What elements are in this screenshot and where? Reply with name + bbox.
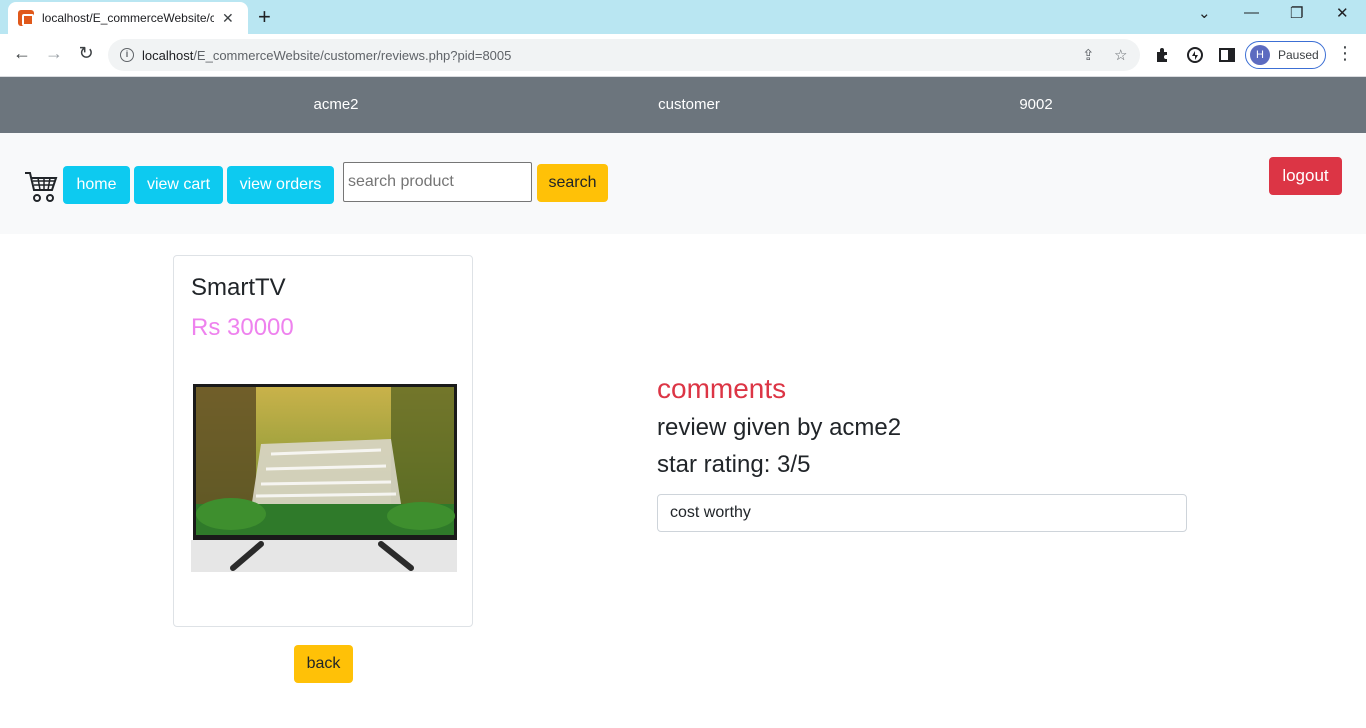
profile-button[interactable]: H Paused xyxy=(1245,41,1326,69)
bookmark-star-icon[interactable]: ☆ xyxy=(1114,46,1127,64)
extension-icon[interactable] xyxy=(1186,46,1204,64)
shopping-cart-icon xyxy=(25,172,58,202)
logout-button[interactable]: logout xyxy=(1269,157,1342,195)
profile-status: Paused xyxy=(1278,48,1319,62)
site-info-icon[interactable]: i xyxy=(120,48,134,62)
extensions-puzzle-icon[interactable] xyxy=(1154,46,1172,64)
browser-menu-icon[interactable]: ⋮ xyxy=(1336,43,1354,64)
browser-tab-bar: localhost/E_commerceWebsite/cu ✕ + ⌄ — ❐… xyxy=(0,0,1366,34)
window-close-icon[interactable]: ✕ xyxy=(1336,4,1349,22)
restore-icon[interactable]: ❐ xyxy=(1290,4,1303,22)
product-image xyxy=(191,384,457,572)
new-tab-button[interactable]: + xyxy=(258,4,271,30)
back-arrow-icon[interactable]: ← xyxy=(10,43,34,64)
tab-search-icon[interactable]: ⌄ xyxy=(1198,4,1211,22)
review-comment: cost worthy xyxy=(657,494,1187,532)
avatar: H xyxy=(1250,45,1270,65)
product-card: SmartTV Rs 30000 xyxy=(173,255,473,627)
back-button[interactable]: back xyxy=(294,645,353,683)
search-input[interactable] xyxy=(343,162,532,202)
share-icon[interactable]: ⇪ xyxy=(1082,46,1095,64)
url-text[interactable]: localhost/E_commerceWebsite/customer/rev… xyxy=(142,48,511,63)
comments-heading: comments xyxy=(657,373,787,404)
user-id-label: 9002 xyxy=(1019,96,1053,113)
reload-icon[interactable]: ↻ xyxy=(74,43,98,64)
browser-tab[interactable]: localhost/E_commerceWebsite/cu ✕ xyxy=(8,2,248,34)
tab-title: localhost/E_commerceWebsite/cu xyxy=(42,11,214,25)
search-button[interactable]: search xyxy=(537,164,608,202)
minimize-icon[interactable]: — xyxy=(1244,4,1259,21)
product-name: SmartTV xyxy=(191,274,286,301)
role-label: customer xyxy=(658,96,720,113)
tab-close-icon[interactable]: ✕ xyxy=(222,10,234,27)
user-info-bar: acme2 customer 9002 xyxy=(0,77,1366,133)
navbar: home view cart view orders search logout xyxy=(0,133,1366,234)
product-price: Rs 30000 xyxy=(191,314,294,341)
xampp-favicon-icon xyxy=(18,10,34,26)
home-button[interactable]: home xyxy=(63,166,130,204)
side-panel-icon[interactable] xyxy=(1218,46,1236,64)
review-author: review given by acme2 xyxy=(657,414,902,441)
star-rating: star rating: 3/5 xyxy=(657,451,811,478)
username-label: acme2 xyxy=(313,96,359,113)
view-cart-button[interactable]: view cart xyxy=(134,166,223,204)
view-orders-button[interactable]: view orders xyxy=(227,166,334,204)
browser-toolbar: ← → ↻ i localhost/E_commerceWebsite/cust… xyxy=(0,34,1366,77)
address-bar[interactable]: i localhost/E_commerceWebsite/customer/r… xyxy=(108,39,1140,71)
forward-arrow-icon[interactable]: → xyxy=(42,43,66,64)
